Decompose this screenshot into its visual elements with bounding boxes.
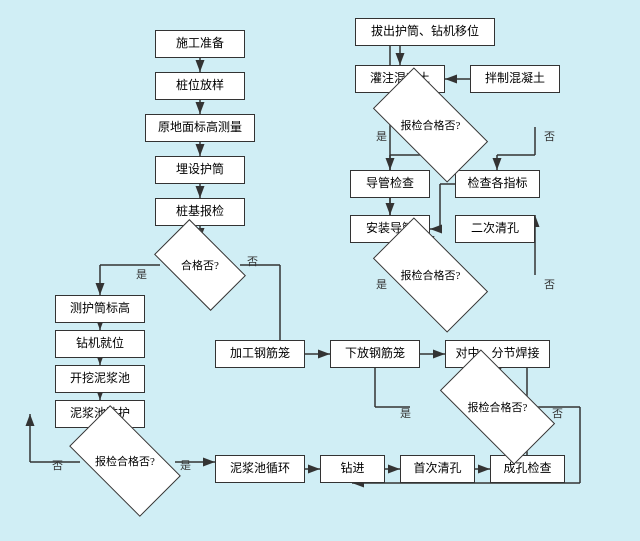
label-yes-2: 是	[180, 457, 191, 473]
box-shouchi-qingkong: 首次清孔	[400, 455, 475, 483]
box-nijianchi-xunhuan: 泥浆池循环	[215, 455, 305, 483]
flowchart: 施工准备 桩位放样 原地面标高测量 埋设护筒 桩基报检 测护筒标高 钻机就位 开…	[0, 0, 640, 541]
box-xiafang-gangjinlong: 下放钢筋笼	[330, 340, 420, 368]
box-jiagong-gangjinlong: 加工钢筋笼	[215, 340, 305, 368]
box-duizhong-hanjie: 对中、分节焊接	[445, 340, 550, 368]
box-zuanjin: 钻进	[320, 455, 385, 483]
diamond-baojian1: 报检合格否?	[75, 432, 175, 490]
diamond-hege: 合格否?	[160, 240, 240, 290]
label-no-1: 否	[247, 253, 258, 269]
label-no-3: 否	[552, 405, 563, 421]
diamond-baojian3: 报检合格否?	[378, 96, 483, 154]
box-maishe-hujing: 埋设护筒	[155, 156, 245, 184]
box-banzhi-hunningtu: 拌制混凝土	[470, 65, 560, 93]
label-yes-4: 是	[376, 128, 387, 144]
label-yes-5: 是	[376, 276, 387, 292]
box-erci-qingkong: 二次清孔	[455, 215, 535, 243]
label-no-4: 否	[544, 128, 555, 144]
box-zhuangji-baojian: 桩基报检	[155, 198, 245, 226]
box-yuandi-celiiang: 原地面标高测量	[145, 114, 255, 142]
label-no-5: 否	[544, 276, 555, 292]
box-jiancha-zhibiao: 检查各指标	[455, 170, 540, 198]
box-chengjian-jiancha: 成孔检查	[490, 455, 565, 483]
box-bachi-zuanji-yiwei: 拔出护筒、钻机移位	[355, 18, 495, 46]
label-no-2: 否	[52, 457, 63, 473]
box-daoguan-jiancha: 导管检查	[350, 170, 430, 198]
label-yes-1: 是	[136, 266, 147, 282]
box-hujing-biaooo: 测护筒标高	[55, 295, 145, 323]
box-zhuwei-fangyang: 桩位放样	[155, 72, 245, 100]
box-kaijue-nijianchi: 开挖泥浆池	[55, 365, 145, 393]
label-yes-3: 是	[400, 405, 411, 421]
diamond-baojian4: 报检合格否?	[378, 246, 483, 304]
box-shigong-zhunbei: 施工准备	[155, 30, 245, 58]
diamond-baojian2: 报检合格否?	[445, 378, 550, 436]
box-zuanji-jiuwei: 钻机就位	[55, 330, 145, 358]
